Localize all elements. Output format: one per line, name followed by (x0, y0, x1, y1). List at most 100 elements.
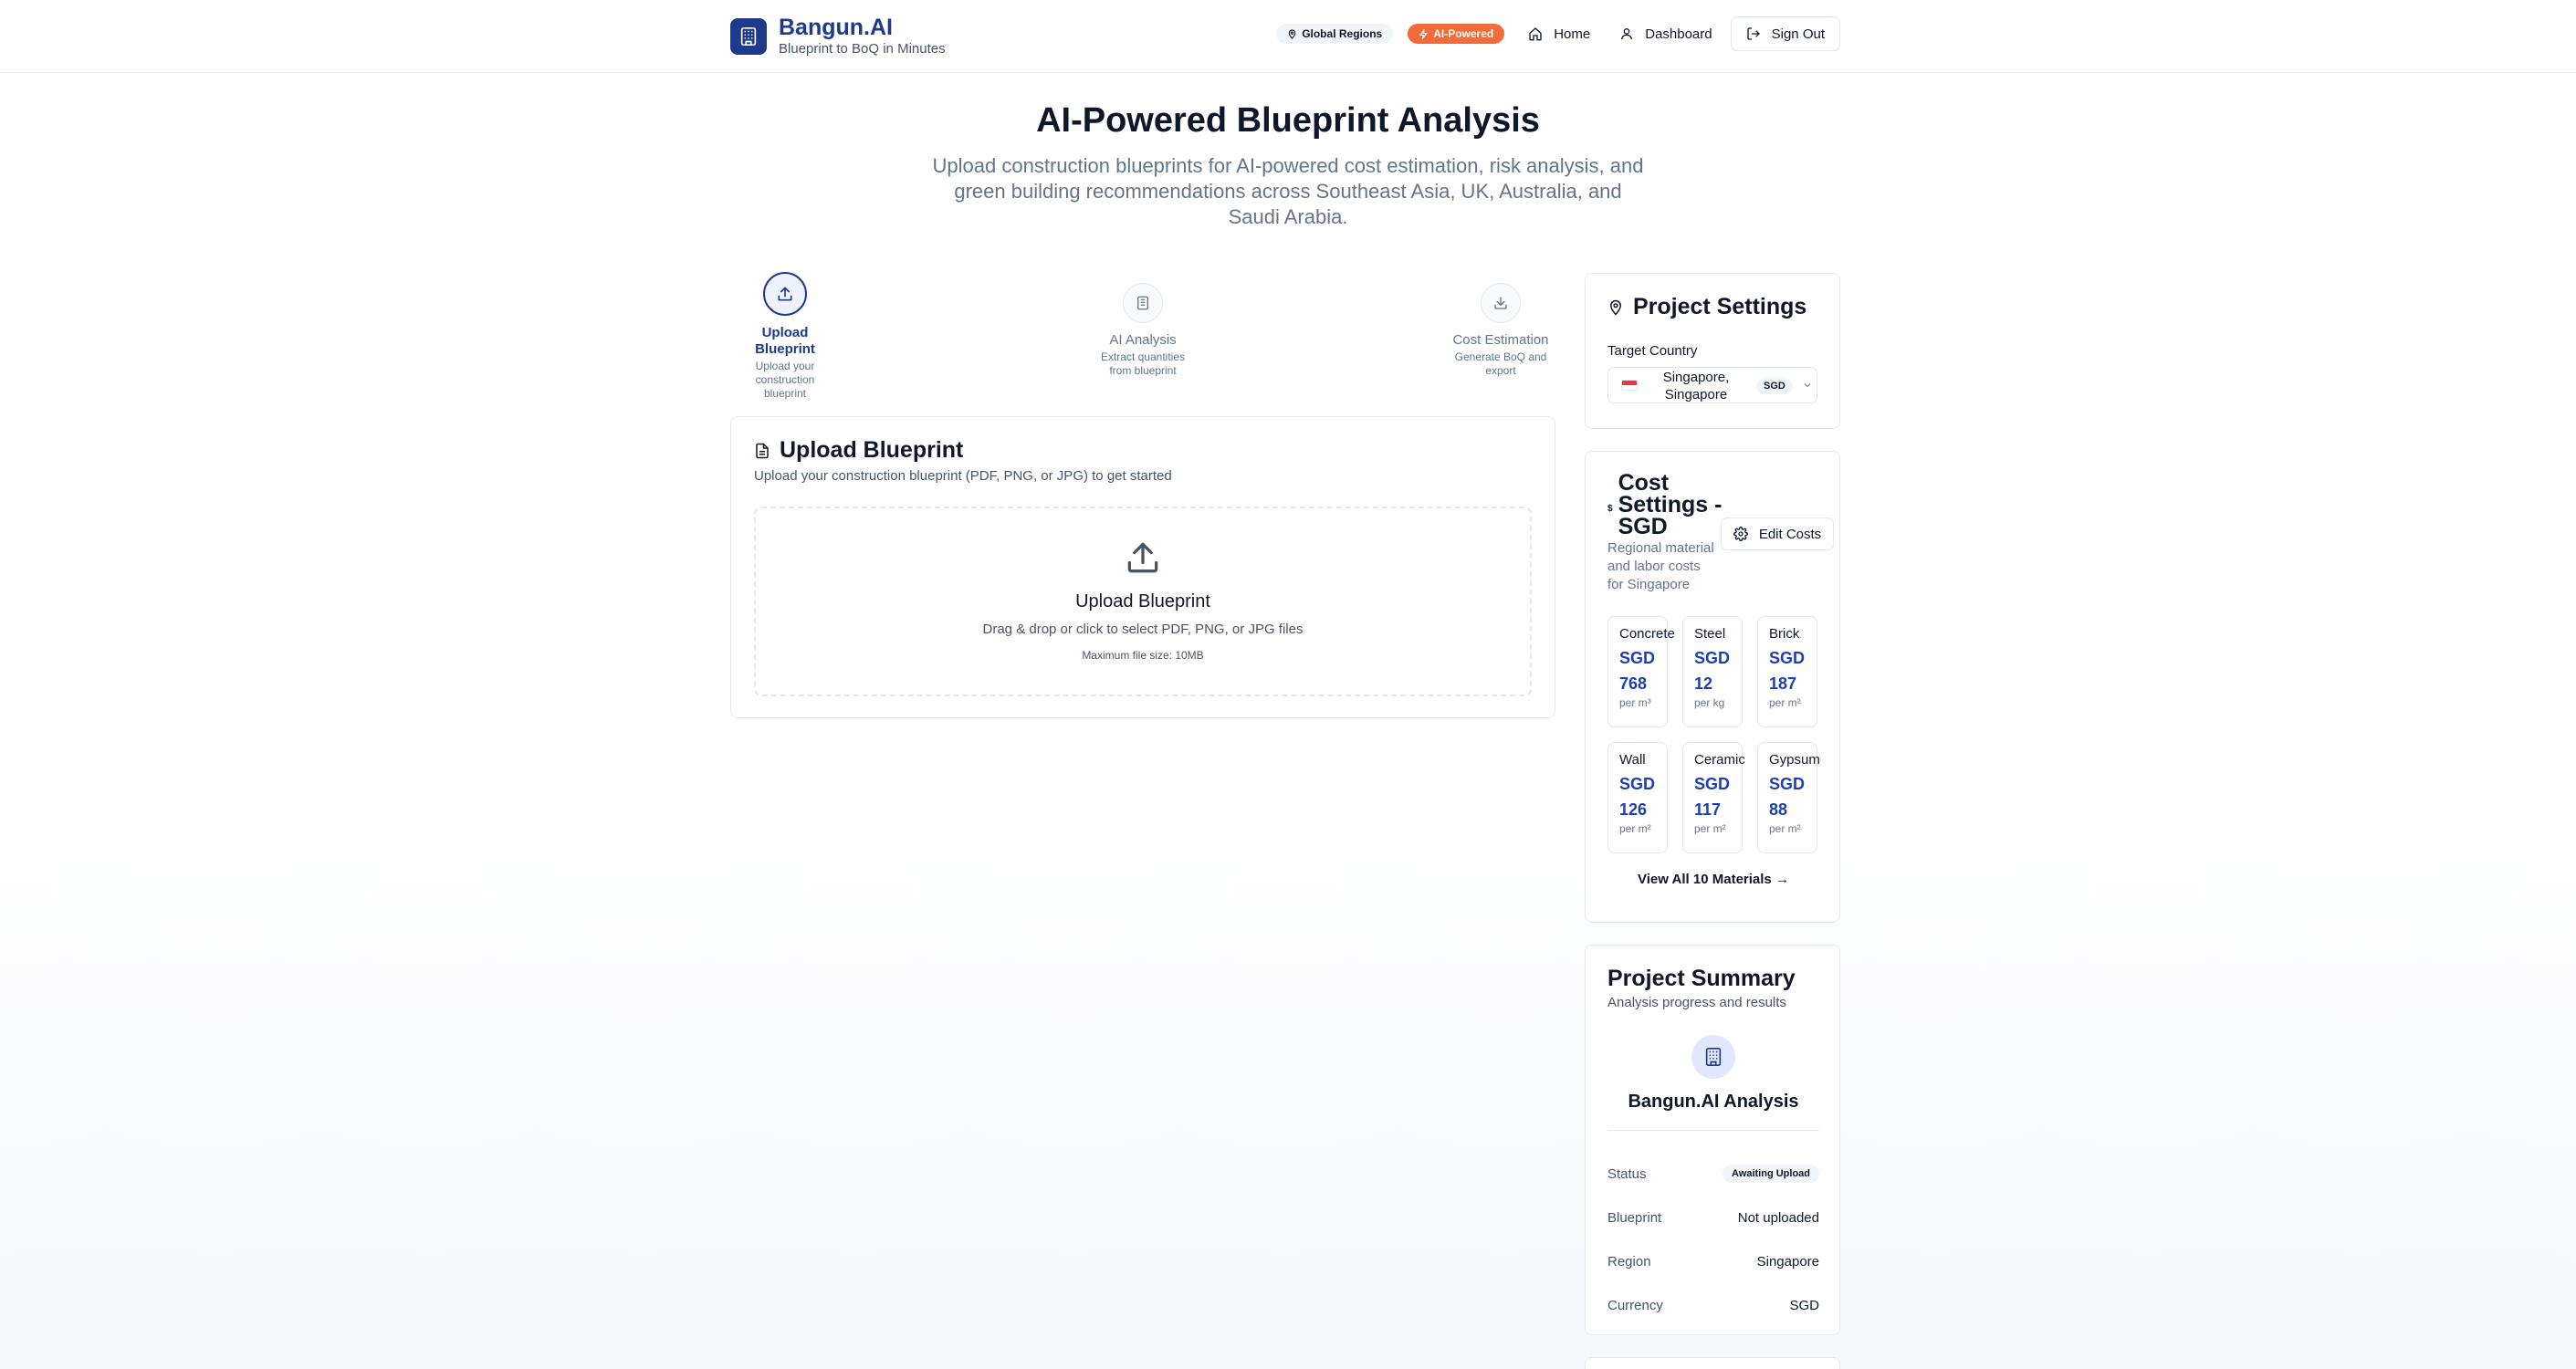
material-card-concrete[interactable]: Concrete SGD 768 per m³ (1607, 616, 1675, 727)
material-price: SGD 88 (1769, 775, 1806, 819)
view-all-materials-link[interactable]: View All 10 Materials → (1586, 872, 1841, 887)
sign-out-button[interactable]: Sign Out (1730, 16, 1840, 51)
material-unit: per m² (1769, 696, 1801, 709)
summary-key: Status (1607, 1165, 1647, 1182)
cost-settings-title: Cost Settings - SGD (1618, 470, 1723, 539)
edit-costs-button[interactable]: Edit Costs (1721, 517, 1834, 550)
material-card-wall[interactable]: Wall SGD 126 per m² (1607, 742, 1668, 853)
material-price: SGD 187 (1769, 649, 1806, 693)
document-icon (1123, 283, 1163, 323)
chevron-down-icon (1804, 383, 1811, 388)
material-name: Gypsum (1769, 752, 1820, 768)
dropzone-subtitle: Drag & drop or click to select PDF, PNG,… (982, 622, 1304, 637)
upload-card-header: Upload Blueprint (754, 437, 963, 464)
sign-out-icon (1746, 27, 1760, 40)
home-icon (1529, 27, 1542, 41)
summary-row-region: Region Singapore (1607, 1250, 1819, 1272)
page-title: AI-Powered Blueprint Analysis (1036, 101, 1540, 140)
material-card-steel[interactable]: Steel SGD 12 per kg (1682, 616, 1743, 727)
upload-card-title: Upload Blueprint (780, 437, 964, 463)
edit-costs-label: Edit Costs (1758, 526, 1822, 542)
nav-dashboard-label: Dashboard (1645, 26, 1712, 42)
sparkle-icon (1419, 28, 1429, 39)
summary-value: SGD (1789, 1297, 1819, 1313)
selected-country: Singapore, Singapore (1662, 370, 1730, 402)
material-price: SGD 117 (1694, 775, 1731, 819)
material-name: Steel (1694, 626, 1726, 642)
step-upload-desc: Upload your construction blueprint (755, 360, 815, 400)
file-icon (756, 443, 769, 458)
project-settings-header: Project Settings (1607, 294, 1806, 320)
dropzone-title: Upload Blueprint (1075, 591, 1210, 611)
building-icon (1691, 1035, 1735, 1079)
material-card-gypsum[interactable]: Gypsum SGD 88 per m² (1757, 742, 1820, 853)
top-nav: Global Regions AI-Powered Home Dashboard… (1276, 16, 1840, 51)
upload-large-icon (756, 538, 1530, 582)
currency-badge: SGD (1756, 378, 1793, 394)
cost-settings-header: $ Cost Settings - SGD (1607, 472, 1726, 538)
project-summary-subtitle: Analysis progress and results (1607, 995, 1786, 1010)
summary-row-currency: Currency SGD (1607, 1294, 1819, 1316)
step-upload-title: Upload Blueprint (755, 325, 815, 357)
material-unit: per m² (1769, 822, 1801, 835)
project-summary-title: Project Summary (1607, 966, 1796, 991)
nav-dashboard-link[interactable]: Dashboard (1619, 26, 1712, 42)
step-ai-desc: Extract quantities from blueprint (1100, 350, 1186, 377)
singapore-flag-icon (1621, 380, 1638, 391)
top-header: Bangun.AI Blueprint to BoQ in Minutes Gl… (0, 0, 2576, 73)
user-icon (1621, 28, 1633, 40)
divider (1607, 1130, 1819, 1131)
project-settings-card: Project Settings Target Country Singapor… (1585, 273, 1840, 429)
step-ai-title: AI Analysis (1109, 332, 1177, 348)
brand-tagline: Blueprint to BoQ in Minutes (779, 41, 946, 57)
material-unit: per kg (1694, 696, 1725, 709)
material-name: Concrete (1619, 626, 1675, 642)
map-pin-icon (1609, 299, 1622, 316)
material-card-ceramic[interactable]: Ceramic SGD 117 per m² (1682, 742, 1745, 853)
project-summary-card: Project Summary Analysis progress and re… (1585, 945, 1840, 1335)
material-unit: per m² (1619, 822, 1651, 835)
ai-powered-label: AI-Powered (1433, 27, 1494, 40)
material-name: Wall (1619, 752, 1646, 768)
material-price: SGD 126 (1619, 775, 1656, 819)
summary-value: Not uploaded (1737, 1209, 1819, 1226)
cost-settings-card: $ Cost Settings - SGD Regional material … (1585, 451, 1840, 923)
step-ai-analysis[interactable]: AI Analysis Extract quantities from blue… (1088, 283, 1198, 378)
upload-card-subtitle: Upload your construction blueprint (PDF,… (754, 468, 1172, 484)
summary-key: Blueprint (1607, 1209, 1662, 1226)
material-name: Brick (1769, 626, 1800, 642)
cost-settings-subtitle: Regional material and labor costs for Si… (1607, 540, 1714, 592)
page-subtitle: Upload construction blueprints for AI-po… (932, 154, 1644, 228)
step-cost-estimation[interactable]: Cost Estimation Generate BoQ and export (1446, 283, 1555, 378)
summary-row-blueprint: Blueprint Not uploaded (1607, 1207, 1819, 1228)
material-price: SGD 12 (1694, 649, 1731, 693)
brand[interactable]: Bangun.AI Blueprint to BoQ in Minutes (730, 15, 946, 58)
nav-home-label: Home (1554, 26, 1591, 42)
material-unit: per m² (1694, 822, 1726, 835)
material-name: Ceramic (1694, 752, 1745, 768)
global-regions-badge: Global Regions (1276, 24, 1394, 44)
blueprint-dropzone[interactable]: Upload Blueprint Drag & drop or click to… (754, 507, 1532, 696)
map-pin-icon (1288, 28, 1296, 39)
step-cost-title: Cost Estimation (1452, 332, 1549, 348)
step-cost-desc: Generate BoQ and export (1454, 350, 1547, 377)
summary-row-status: Status Awaiting Upload (1607, 1163, 1819, 1185)
building-logo-icon (730, 18, 767, 55)
next-card-partial (1585, 1357, 1840, 1369)
brand-name: Bangun.AI (779, 15, 893, 40)
ai-powered-badge: AI-Powered (1408, 24, 1505, 44)
gear-icon (1733, 527, 1748, 541)
material-card-brick[interactable]: Brick SGD 187 per m² (1757, 616, 1817, 727)
target-country-select[interactable]: Singapore, Singapore SGD (1607, 367, 1817, 403)
project-settings-title: Project Settings (1633, 294, 1807, 319)
upload-icon (763, 272, 807, 316)
status-badge: Awaiting Upload (1723, 1165, 1819, 1183)
step-upload[interactable]: Upload Blueprint Upload your constructio… (730, 272, 840, 401)
download-icon (1481, 283, 1521, 323)
target-country-label: Target Country (1607, 343, 1698, 359)
material-price: SGD 768 (1619, 649, 1656, 693)
sign-out-label: Sign Out (1771, 26, 1825, 42)
summary-key: Region (1607, 1253, 1651, 1270)
upload-card: Upload Blueprint Upload your constructio… (730, 416, 1555, 718)
nav-home-link[interactable]: Home (1528, 26, 1590, 42)
